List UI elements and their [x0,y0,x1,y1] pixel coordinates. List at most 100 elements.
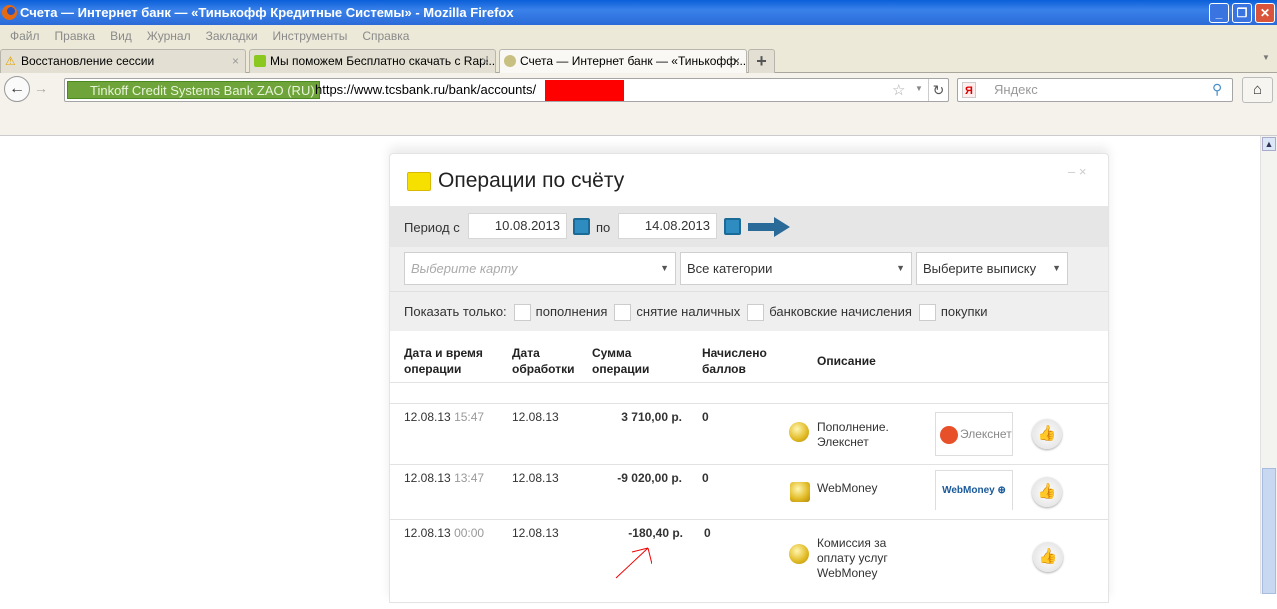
operation-datetime: 12.08.13 15:47 [404,410,485,424]
description: Комиссия за оплату услуг WebMoney [817,536,888,580]
scroll-thumb[interactable] [1262,468,1276,594]
scroll-up-icon[interactable]: ▲ [1262,137,1276,151]
tab-download[interactable]: Мы поможем Бесплатно скачать с Rapi... × [249,49,496,74]
menu-help[interactable]: Справка [357,25,414,47]
category-select[interactable]: Все категории ▼ [680,252,912,285]
filter-checkbox-cash[interactable] [614,304,632,322]
bookmark-star-icon[interactable]: ☆ [892,81,905,99]
amount: -180,40 р. [628,526,683,540]
panel-title: Операции по счёту [438,169,625,192]
folder-icon [407,172,431,191]
reload-icon[interactable]: ↻ [928,79,948,101]
category-select-value: Все категории [687,261,773,276]
close-button[interactable]: ✕ [1255,3,1275,23]
tab-label: Восстановление сессии [21,54,155,68]
tab-label: Счета — Интернет банк — «Тинькофф... [520,54,747,68]
new-tab-button[interactable]: + [748,49,775,74]
home-button[interactable]: ⌂ [1242,77,1273,103]
menu-edit[interactable]: Правка [50,25,101,47]
tab-bar: ⚠ Восстановление сессии × Мы поможем Беспл… [0,47,1277,74]
card-select[interactable]: Выберите карту ▼ [404,252,676,285]
panel-minimize-close-icons[interactable]: – × [1068,164,1086,179]
points: 0 [704,526,711,540]
to-label: по [596,220,611,235]
url-text: https://www.tcsbank.ru/bank/accounts/ [315,82,537,97]
tcs-favicon-icon [504,55,516,67]
chevron-down-icon: ▼ [896,263,905,273]
download-arrow-icon [254,55,266,67]
processed-date: 12.08.13 [512,526,559,540]
menu-view[interactable]: Вид [105,25,137,47]
monitor-coin-icon [790,482,810,502]
column-header-datetime: Дата и время операции [404,346,483,376]
menu-tools[interactable]: Инструменты [268,25,353,47]
statement-select-value: Выберите выписку [923,261,1037,276]
filter-checkbox-bank-charges[interactable] [747,304,765,322]
statement-select[interactable]: Выберите выписку ▼ [916,252,1068,285]
tab-accounts[interactable]: Счета — Интернет банк — «Тинькофф... × [499,49,747,74]
close-tab-icon[interactable]: × [733,50,740,72]
processed-date: 12.08.13 [512,471,559,485]
select-bar: Выберите карту ▼ Все категории ▼ Выберите … [390,247,1108,291]
calendar-icon[interactable] [724,218,741,235]
filter-label-bank-charges: банковские начисления [769,304,912,319]
coin-k-icon [789,544,809,564]
column-header-description: Описание [817,354,876,368]
scrollbar[interactable]: ▲ [1260,136,1277,594]
filter-bar: Показать только: пополнения снятие наличны… [390,291,1108,331]
thumbs-up-icon[interactable]: 👍 [1033,542,1063,572]
menu-bookmarks[interactable]: Закладки [201,25,263,47]
menu-file[interactable]: Файл [5,25,45,47]
window-titlebar: Счета — Интернет банк — «Тинькофф Кредит… [0,0,1277,25]
card-select-placeholder: Выберите карту [411,261,518,276]
minimize-button[interactable]: _ [1209,3,1229,23]
firefox-icon [2,5,17,20]
chevron-down-icon: ▼ [1052,263,1061,273]
search-input[interactable]: Яндекс [994,79,1038,101]
close-tab-icon[interactable]: × [232,50,239,72]
red-arrow-annotation [615,547,652,579]
date-from-input[interactable]: 10.08.2013 [468,213,567,239]
apply-arrow-icon[interactable] [748,217,792,237]
operation-datetime: 12.08.13 13:47 [404,471,485,485]
search-magnifier-icon[interactable]: ⚲ [1212,81,1222,98]
date-to-input[interactable]: 14.08.2013 [618,213,717,239]
table-row-partial [390,382,1108,403]
description: Пополнение. Элекснет [817,420,889,449]
merchant-logo-webmoney: WebMoney ⊕ [935,470,1013,510]
column-header-processed: Дата обработки [512,346,575,376]
thumbs-up-icon[interactable]: 👍 [1032,419,1062,449]
identity-label: Tinkoff Credit Systems Bank ZAO (RU) [90,83,315,98]
filter-label-deposits: пополнения [535,304,608,319]
forward-button[interactable]: → [34,80,48,96]
filter-checkbox-purchases[interactable] [918,304,936,322]
thumbs-up-icon[interactable]: 👍 [1032,477,1062,507]
coin-plus-icon [789,422,809,442]
merchant-logo-eleksnet: Элекснет [935,412,1013,456]
site-identity[interactable]: Tinkoff Credit Systems Bank ZAO (RU) [67,81,320,99]
back-button[interactable]: ← [4,76,30,102]
calendar-icon[interactable] [573,218,590,235]
amount: 3 710,00 р. [621,410,682,424]
table-row[interactable]: 12.08.13 15:47 12.08.13 3 710,00 р. 0 По… [390,403,1108,464]
points: 0 [702,410,709,424]
menu-history[interactable]: Журнал [142,25,196,47]
points: 0 [702,471,709,485]
filter-checkbox-deposits[interactable] [513,304,531,322]
period-label: Период с [404,220,460,235]
tab-list-icon[interactable]: ▼ [1262,53,1270,62]
amount: -9 020,00 р. [617,471,682,485]
warning-icon: ⚠ [5,54,16,68]
table-row[interactable]: 12.08.13 13:47 12.08.13 -9 020,00 р. 0 W… [390,464,1108,519]
tab-session-restore[interactable]: ⚠ Восстановление сессии × [0,49,246,74]
history-dropdown-icon[interactable]: ▼ [915,84,923,93]
maximize-button[interactable]: ❐ [1232,3,1252,23]
period-bar: Период с 10.08.2013 по 14.08.2013 [390,206,1108,247]
search-box[interactable]: Я Яндекс ⚲ [957,78,1233,102]
processed-date: 12.08.13 [512,410,559,424]
description: WebMoney [817,481,878,495]
table-row[interactable]: 12.08.13 00:00 12.08.13 -180,40 р. 0 Ком… [390,519,1108,609]
address-bar[interactable]: Tinkoff Credit Systems Bank ZAO (RU) htt… [64,78,949,102]
yandex-icon[interactable]: Я [962,82,976,98]
close-tab-icon[interactable]: × [482,50,489,72]
